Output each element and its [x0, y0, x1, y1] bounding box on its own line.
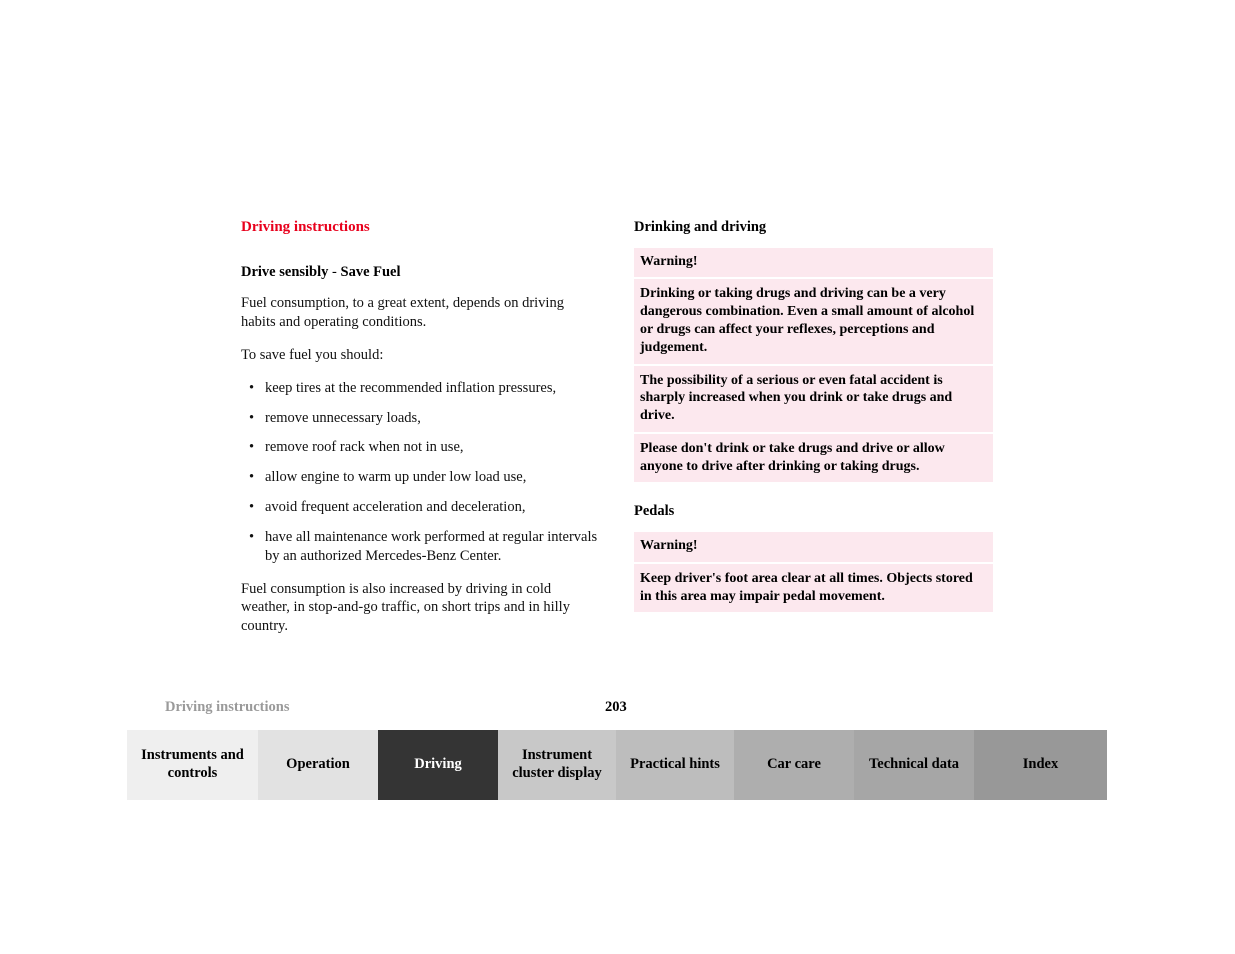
left-column: Driving instructions Drive sensibly - Sa… [241, 219, 601, 650]
bullet-icon: • [249, 469, 255, 486]
page-number: 203 [605, 699, 627, 715]
bullet-icon: • [249, 379, 255, 396]
list-item: • have all maintenance work performed at… [241, 528, 601, 566]
heading-drinking-and-driving: Drinking and driving [634, 219, 767, 235]
warning-text: Drinking or taking drugs and driving can… [640, 286, 975, 355]
tab-label: Driving [414, 756, 462, 773]
tab-index[interactable]: Index [974, 730, 1107, 800]
subsection-title: Drive sensibly - Save Fuel [241, 264, 601, 281]
warning-text: The possibility of a serious or even fat… [640, 372, 953, 424]
subsection-title-part2: Save Fuel [340, 263, 401, 280]
tab-label: Index [1022, 756, 1059, 773]
paragraph-increased-consumption: Fuel consumption is also increased by dr… [241, 580, 570, 635]
right-column: Drinking and driving Warning! Drinking o… [634, 219, 993, 613]
list-item-label: have all maintenance work performed at r… [265, 528, 598, 564]
tab-label: Instrument cluster display [512, 747, 602, 781]
list-item: • keep tires at the recommended inflatio… [241, 379, 601, 398]
warning-paragraph-row: Keep driver's foot area clear at all tim… [634, 564, 993, 613]
paragraph-save-fuel-intro: To save fuel you should: [241, 346, 384, 363]
tab-instruments-and-controls[interactable]: Instruments and controls [127, 730, 258, 800]
warning-label-row: Warning! [634, 248, 993, 280]
warning-paragraph-row: Please don't drink or take drugs and dri… [634, 434, 993, 483]
subsection-title-separator: - [328, 263, 341, 280]
manual-page: Driving instructions Drive sensibly - Sa… [0, 0, 1235, 954]
fuel-saving-list: • keep tires at the recommended inflatio… [241, 379, 601, 566]
warning-label-row: Warning! [634, 532, 993, 564]
list-item: • remove roof rack when not in use, [241, 438, 601, 457]
tab-technical-data[interactable]: Technical data [854, 730, 974, 800]
tab-label: Car care [767, 756, 821, 773]
list-item: • avoid frequent acceleration and decele… [241, 498, 601, 517]
tab-driving[interactable]: Driving [378, 730, 498, 800]
chapter-tab-bar[interactable]: Instruments and controls Operation Driving… [127, 730, 1107, 800]
warning-paragraph-row: Drinking or taking drugs and driving can… [634, 279, 993, 366]
list-item-label: remove roof rack when not in use, [265, 439, 464, 456]
page-footer: Driving instructions 203 [165, 698, 1105, 718]
tab-car-care[interactable]: Car care [734, 730, 854, 800]
warning-text: Please don't drink or take drugs and dri… [640, 440, 945, 474]
tab-label: Practical hints [630, 756, 720, 773]
tab-label: Technical data [868, 756, 960, 773]
warning-label: Warning! [640, 253, 698, 269]
bullet-icon: • [249, 409, 255, 426]
footer-chapter-label: Driving instructions [165, 699, 290, 715]
bullet-icon: • [249, 499, 255, 516]
heading-pedals: Pedals [634, 503, 675, 520]
subsection-title-part1: Drive sensibly [241, 263, 329, 280]
list-item-label: remove unnecessary loads, [265, 409, 421, 426]
warning-text: Keep driver's foot area clear at all tim… [640, 570, 973, 604]
section-title: Driving instructions [241, 219, 370, 235]
tab-label: Operation [286, 756, 350, 773]
list-item-label: keep tires at the recommended inflation … [265, 379, 557, 396]
list-item-label: avoid frequent acceleration and decelera… [265, 499, 526, 516]
warning-box-drinking: Warning! Drinking or taking drugs and dr… [634, 247, 993, 483]
bullet-icon: • [249, 439, 255, 456]
tab-label: Instruments and controls [141, 747, 244, 781]
list-item: • allow engine to warm up under low load… [241, 468, 601, 487]
list-item-label: allow engine to warm up under low load u… [265, 469, 527, 486]
bullet-icon: • [249, 528, 255, 545]
warning-label: Warning! [640, 538, 698, 554]
tab-operation[interactable]: Operation [258, 730, 378, 800]
warning-box-pedals: Warning! Keep driver's foot area clear a… [634, 532, 993, 613]
tab-instrument-cluster-display[interactable]: Instrument cluster display [498, 730, 616, 800]
warning-paragraph-row: The possibility of a serious or even fat… [634, 366, 993, 434]
tab-practical-hints[interactable]: Practical hints [616, 730, 734, 800]
list-item: • remove unnecessary loads, [241, 409, 601, 428]
paragraph-fuel-consumption: Fuel consumption, to a great extent, dep… [241, 295, 564, 331]
